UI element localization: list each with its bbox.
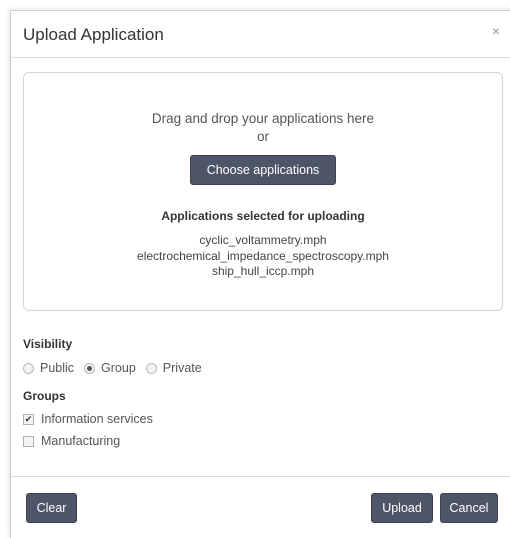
file-dropzone[interactable]: Drag and drop your applications here or …	[23, 72, 503, 311]
visibility-group-radio[interactable]	[84, 362, 96, 374]
manufacturing-label[interactable]: Manufacturing	[41, 434, 120, 448]
visibility-private-label[interactable]: Private	[163, 361, 202, 375]
visibility-public-label[interactable]: Public	[40, 361, 74, 375]
clear-button[interactable]: Clear	[26, 493, 77, 523]
file-item: ship_hull_iccp.mph	[211, 264, 315, 278]
dialog-footer: Clear Upload Cancel	[11, 476, 510, 538]
dropzone-or-text: or	[256, 129, 269, 144]
close-icon[interactable]: ×	[492, 24, 500, 38]
visibility-public-radio[interactable]	[23, 362, 34, 374]
upload-button[interactable]: Upload	[371, 493, 433, 523]
visibility-group-label[interactable]: Group	[101, 361, 136, 375]
file-item: electrochemical_impedance_spectroscopy.m…	[137, 248, 389, 263]
file-item: cyclic_voltammetry.mph	[199, 233, 327, 247]
choose-applications-button[interactable]: Choose applications	[190, 155, 336, 185]
visibility-label: Visibility	[23, 337, 73, 351]
manufacturing-checkbox[interactable]	[23, 435, 34, 447]
cancel-button[interactable]: Cancel	[440, 493, 498, 523]
visibility-private-radio[interactable]	[145, 362, 157, 374]
selected-files-list: cyclic_voltammetry.mph electrochemical_i…	[24, 233, 502, 280]
upload-application-dialog: Upload Application × Drag and drop your …	[10, 10, 510, 538]
dropzone-instruction: Drag and drop your applications here	[151, 111, 375, 126]
groups-label: Groups	[23, 389, 66, 403]
information-services-label[interactable]: Information services	[41, 412, 153, 426]
group-item-information-services: ✔ Information services	[23, 412, 153, 426]
visibility-options: Public Group Private	[23, 361, 212, 375]
selected-files-heading: Applications selected for uploading	[161, 209, 365, 223]
dialog-title: Upload Application	[23, 25, 164, 44]
information-services-checkbox[interactable]: ✔	[23, 413, 34, 425]
group-item-manufacturing: Manufacturing	[23, 434, 120, 448]
dialog-header: Upload Application ×	[11, 11, 510, 58]
